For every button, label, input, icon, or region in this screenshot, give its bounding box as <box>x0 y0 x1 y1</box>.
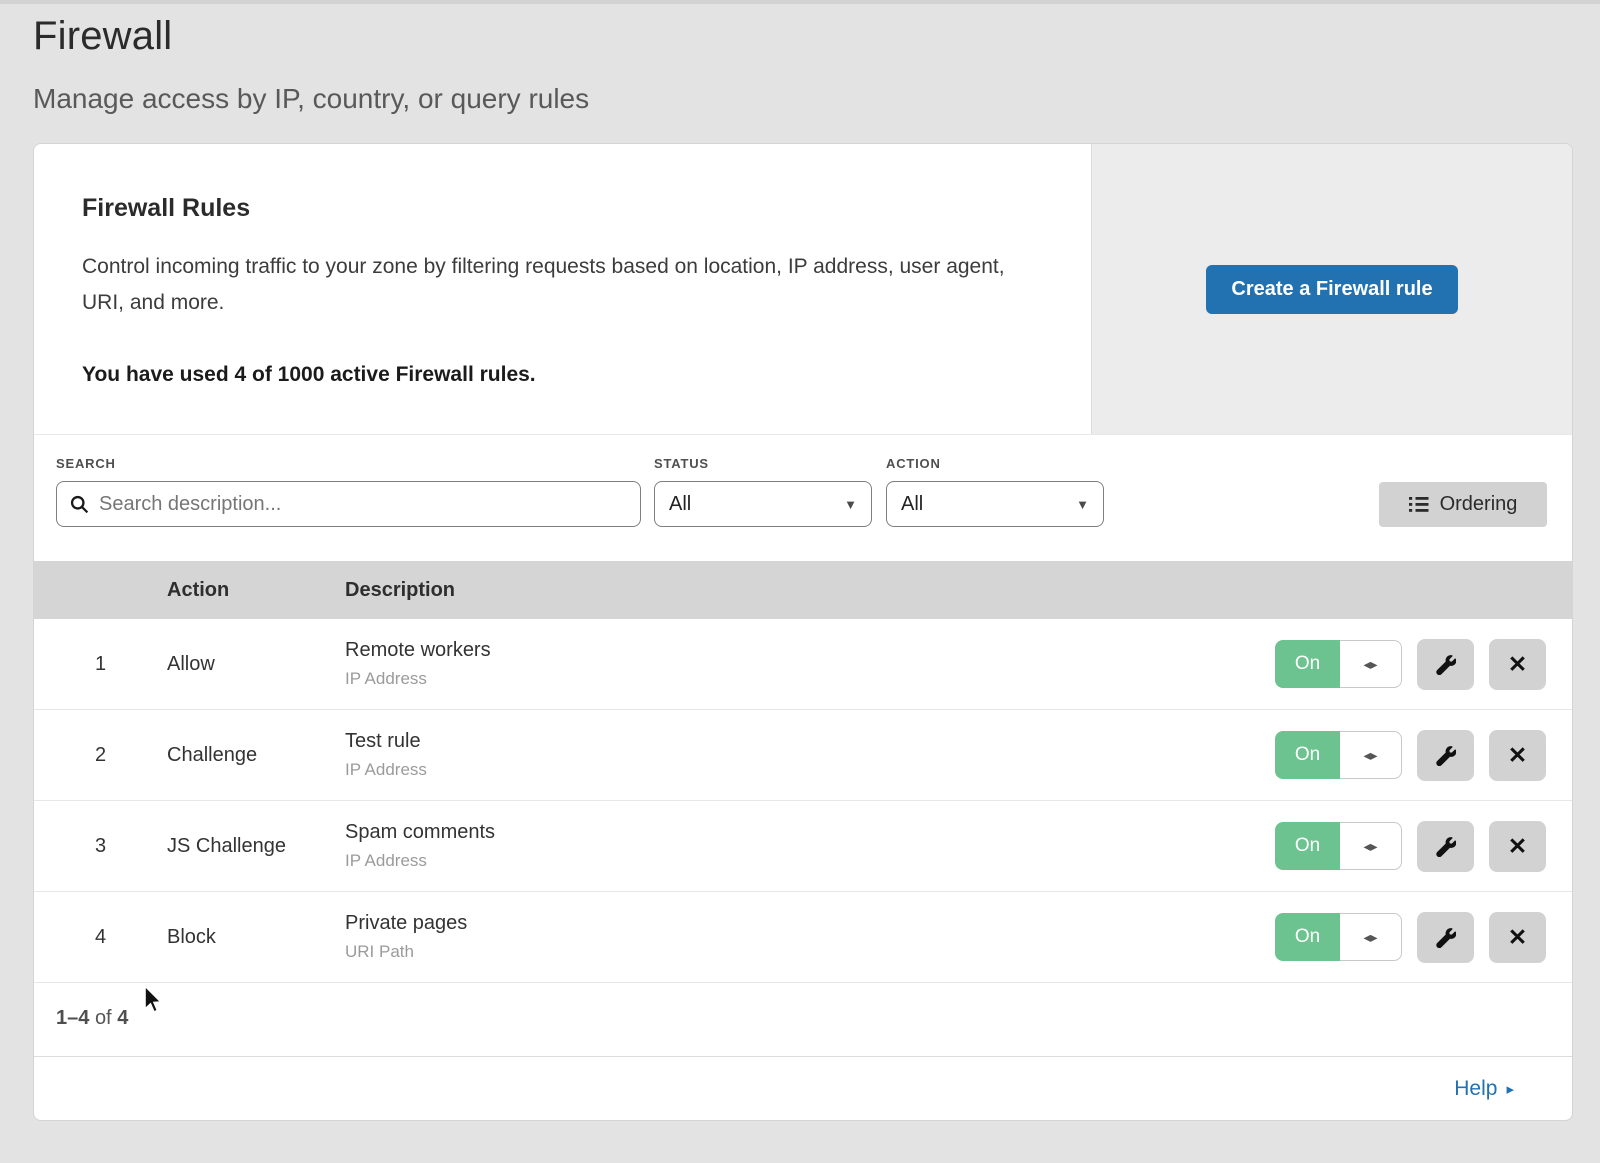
delete-rule-button[interactable]: ✕ <box>1489 639 1546 690</box>
status-selected-value: All <box>669 493 691 516</box>
table-row: 1 Allow Remote workers IP Address On ◂▸ … <box>34 619 1572 710</box>
rule-controls: On ◂▸ ✕ <box>1275 912 1546 963</box>
toggle-on-state: On <box>1275 731 1340 779</box>
delete-rule-button[interactable]: ✕ <box>1489 912 1546 963</box>
pagination-status: 1–4 of 4 <box>34 983 1572 1056</box>
rule-priority: 1 <box>34 653 167 676</box>
edit-rule-button[interactable] <box>1417 730 1474 781</box>
rule-description-cell: Test rule IP Address <box>345 730 1275 780</box>
x-icon: ✕ <box>1508 742 1527 769</box>
chevron-down-icon: ▼ <box>1076 497 1089 512</box>
edit-rule-button[interactable] <box>1417 912 1474 963</box>
action-filter-group: ACTION All ▼ <box>886 456 1104 527</box>
resize-horizontal-icon: ◂▸ <box>1340 913 1402 961</box>
rule-description-cell: Spam comments IP Address <box>345 821 1275 871</box>
table-header: Action Description <box>34 561 1572 619</box>
wrench-icon <box>1435 836 1456 857</box>
rules-info: Firewall Rules Control incoming traffic … <box>34 144 1091 434</box>
pagination-of: of <box>95 1007 112 1029</box>
rule-controls: On ◂▸ ✕ <box>1275 821 1546 872</box>
help-bar: Help ▸ <box>34 1056 1572 1120</box>
ordering-button-label: Ordering <box>1440 493 1518 516</box>
rule-enabled-toggle[interactable]: On ◂▸ <box>1275 913 1402 961</box>
pagination-range: 1–4 <box>56 1007 89 1029</box>
table-row: 4 Block Private pages URI Path On ◂▸ ✕ <box>34 892 1572 983</box>
rule-match-type: URI Path <box>345 942 1275 962</box>
rule-description: Spam comments <box>345 821 1275 844</box>
resize-horizontal-icon: ◂▸ <box>1340 822 1402 870</box>
table-row: 3 JS Challenge Spam comments IP Address … <box>34 801 1572 892</box>
page-header: Firewall Manage access by IP, country, o… <box>0 4 1600 115</box>
rule-enabled-toggle[interactable]: On ◂▸ <box>1275 731 1402 779</box>
rule-description-cell: Remote workers IP Address <box>345 639 1275 689</box>
action-selected-value: All <box>901 493 923 516</box>
delete-rule-button[interactable]: ✕ <box>1489 821 1546 872</box>
firewall-rules-card: Firewall Rules Control incoming traffic … <box>33 143 1573 1121</box>
toggle-on-state: On <box>1275 640 1340 688</box>
resize-horizontal-icon: ◂▸ <box>1340 640 1402 688</box>
rule-priority: 3 <box>34 835 167 858</box>
wrench-icon <box>1435 654 1456 675</box>
status-label: STATUS <box>654 456 872 471</box>
rules-summary-section: Firewall Rules Control incoming traffic … <box>34 144 1572 434</box>
rules-description: Control incoming traffic to your zone by… <box>82 249 1042 321</box>
x-icon: ✕ <box>1508 651 1527 678</box>
create-firewall-rule-button[interactable]: Create a Firewall rule <box>1206 265 1457 314</box>
x-icon: ✕ <box>1508 924 1527 951</box>
rule-priority: 2 <box>34 744 167 767</box>
chevron-right-icon: ▸ <box>1506 1080 1514 1098</box>
edit-rule-button[interactable] <box>1417 821 1474 872</box>
rule-priority: 4 <box>34 926 167 949</box>
rule-match-type: IP Address <box>345 760 1275 780</box>
search-input[interactable] <box>99 493 628 516</box>
resize-horizontal-icon: ◂▸ <box>1340 731 1402 779</box>
rules-title: Firewall Rules <box>82 194 1043 223</box>
wrench-icon <box>1435 927 1456 948</box>
rule-description: Test rule <box>345 730 1275 753</box>
search-icon <box>69 494 90 515</box>
toggle-on-state: On <box>1275 822 1340 870</box>
rules-usage-count: You have used 4 of 1000 active Firewall … <box>82 363 1043 387</box>
rule-enabled-toggle[interactable]: On ◂▸ <box>1275 640 1402 688</box>
search-label: SEARCH <box>56 456 641 471</box>
edit-rule-button[interactable] <box>1417 639 1474 690</box>
x-icon: ✕ <box>1508 833 1527 860</box>
rule-controls: On ◂▸ ✕ <box>1275 730 1546 781</box>
delete-rule-button[interactable]: ✕ <box>1489 730 1546 781</box>
toggle-on-state: On <box>1275 913 1340 961</box>
chevron-down-icon: ▼ <box>844 497 857 512</box>
rule-description: Remote workers <box>345 639 1275 662</box>
search-box[interactable] <box>56 481 641 527</box>
status-select[interactable]: All ▼ <box>654 481 872 527</box>
rule-controls: On ◂▸ ✕ <box>1275 639 1546 690</box>
rule-match-type: IP Address <box>345 851 1275 871</box>
pagination-total: 4 <box>117 1007 128 1029</box>
create-rule-panel: Create a Firewall rule <box>1091 144 1572 434</box>
search-filter-group: SEARCH <box>56 456 641 527</box>
table-row: 2 Challenge Test rule IP Address On ◂▸ ✕ <box>34 710 1572 801</box>
action-label: ACTION <box>886 456 1104 471</box>
rule-description: Private pages <box>345 912 1275 935</box>
description-column-header: Description <box>345 579 1572 602</box>
rule-action: Allow <box>167 653 345 676</box>
filter-bar: SEARCH STATUS All ▼ ACTION All <box>34 434 1572 561</box>
page-subtitle: Manage access by IP, country, or query r… <box>33 83 1600 115</box>
page-title: Firewall <box>33 14 1600 59</box>
ordering-button[interactable]: Ordering <box>1379 482 1547 527</box>
status-filter-group: STATUS All ▼ <box>654 456 872 527</box>
help-link-label: Help <box>1454 1077 1497 1101</box>
rule-description-cell: Private pages URI Path <box>345 912 1275 962</box>
rule-action: Challenge <box>167 744 345 767</box>
help-link[interactable]: Help ▸ <box>1454 1077 1514 1101</box>
action-column-header: Action <box>167 579 345 602</box>
ordered-list-icon <box>1409 496 1429 513</box>
rule-action: JS Challenge <box>167 835 345 858</box>
rule-match-type: IP Address <box>345 669 1275 689</box>
wrench-icon <box>1435 745 1456 766</box>
rule-action: Block <box>167 926 345 949</box>
rule-enabled-toggle[interactable]: On ◂▸ <box>1275 822 1402 870</box>
filter-spacer <box>1104 456 1379 527</box>
action-select[interactable]: All ▼ <box>886 481 1104 527</box>
